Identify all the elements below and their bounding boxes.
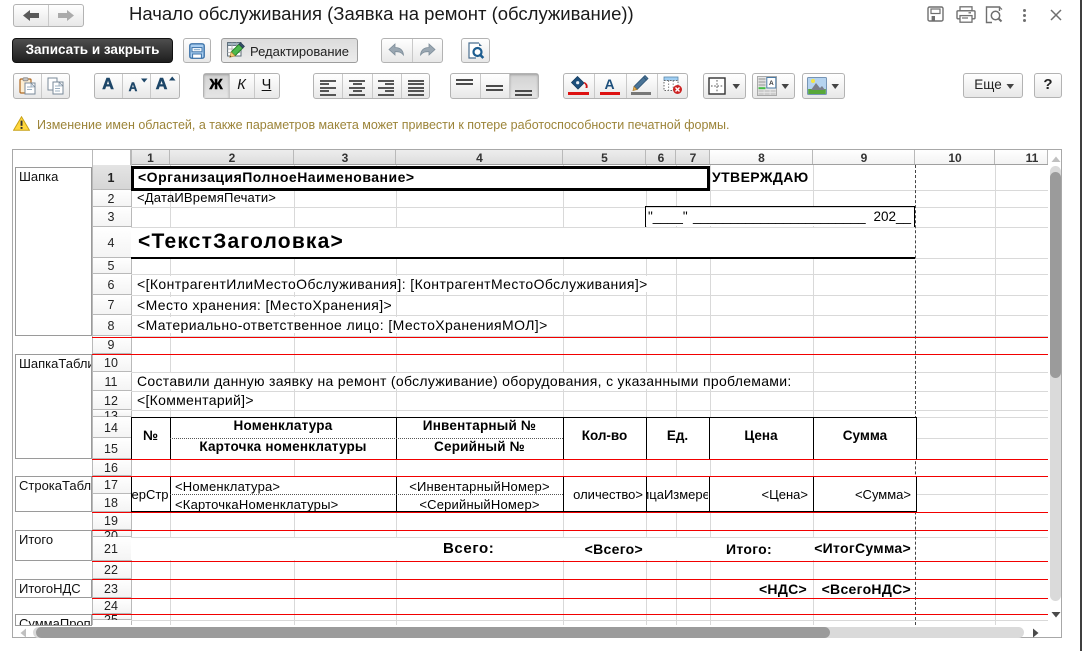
svg-text:A: A [769, 80, 774, 87]
